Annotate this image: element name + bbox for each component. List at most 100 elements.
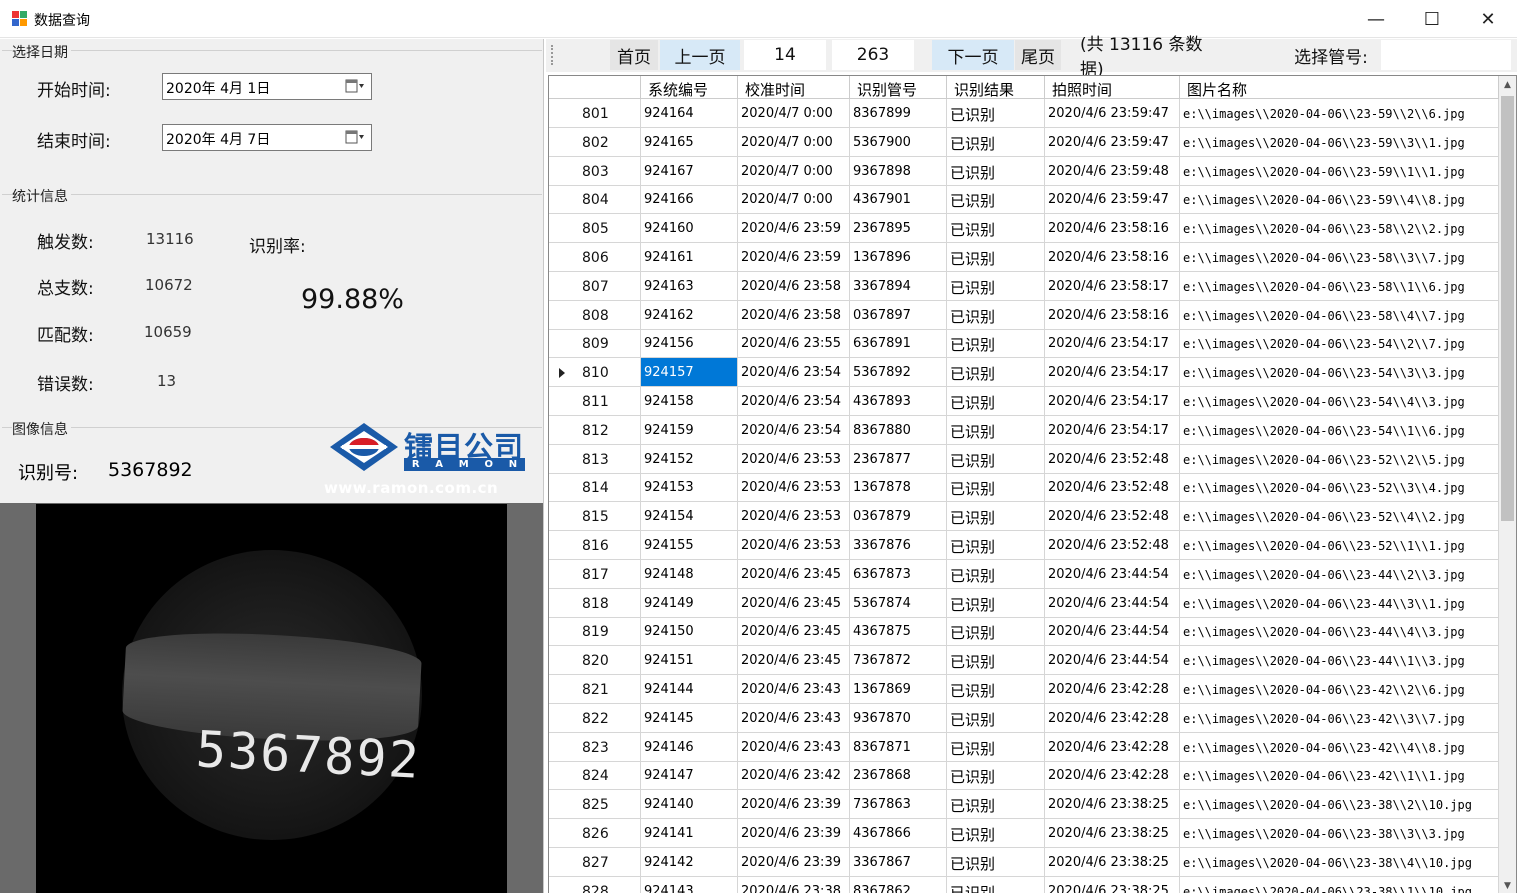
pipe-no-cell[interactable]: 2367877 [850,444,947,473]
calib-time-cell[interactable]: 2020/4/6 23:43 [738,732,850,761]
table-row[interactable]: 823 924146 2020/4/6 23:43 8367871 已识别 2020/4/… [549,732,1499,762]
calib-time-cell[interactable]: 2020/4/6 23:38 [738,876,850,893]
row-number[interactable]: 820 [549,646,641,675]
photo-time-cell[interactable]: 2020/4/6 23:58:17 [1045,271,1180,300]
result-cell[interactable]: 已识别 [947,703,1045,732]
table-row[interactable]: 813 924152 2020/4/6 23:53 2367877 已识别 2020/4/… [549,444,1499,474]
result-cell[interactable]: 已识别 [947,617,1045,646]
calib-time-cell[interactable]: 2020/4/6 23:59 [738,214,850,243]
table-row[interactable]: 825 924140 2020/4/6 23:39 7367863 已识别 2020/4/… [549,790,1499,820]
photo-time-cell[interactable]: 2020/4/6 23:52:48 [1045,502,1180,531]
image-name-cell[interactable]: e:\\images\\2020-04-06\\23-59\\1\\1.jpg [1180,156,1499,185]
result-cell[interactable]: 已识别 [947,127,1045,156]
system-id-cell[interactable]: 924142 [641,847,738,876]
column-header-photo-time[interactable]: 拍照时间 [1045,76,1180,99]
calib-time-cell[interactable]: 2020/4/6 23:53 [738,473,850,502]
calib-time-cell[interactable]: 2020/4/6 23:43 [738,675,850,703]
image-name-cell[interactable]: e:\\images\\2020-04-06\\23-38\\2\\10.jpg [1180,790,1499,819]
row-number[interactable]: 817 [549,559,641,588]
pipe-no-cell[interactable]: 3367894 [850,271,947,300]
image-name-cell[interactable]: e:\\images\\2020-04-06\\23-52\\4\\2.jpg [1180,502,1499,531]
table-row[interactable]: 812 924159 2020/4/6 23:54 8367880 已识别 2020/4/… [549,415,1499,445]
pipe-no-cell[interactable]: 5367900 [850,127,947,156]
calib-time-cell[interactable]: 2020/4/6 23:53 [738,444,850,473]
row-number[interactable]: 808 [549,300,641,329]
image-name-cell[interactable]: e:\\images\\2020-04-06\\23-44\\1\\3.jpg [1180,646,1499,675]
calib-time-cell[interactable]: 2020/4/6 23:45 [738,559,850,588]
result-cell[interactable]: 已识别 [947,732,1045,761]
select-pipe-input[interactable] [1381,40,1511,70]
pipe-no-cell[interactable]: 6367891 [850,329,947,358]
image-name-cell[interactable]: e:\\images\\2020-04-06\\23-38\\1\\10.jpg [1180,876,1499,893]
table-row[interactable]: 808 924162 2020/4/6 23:58 0367897 已识别 2020/4/… [549,300,1499,330]
calib-time-cell[interactable]: 2020/4/6 23:39 [738,790,850,819]
calib-time-cell[interactable]: 2020/4/6 23:42 [738,761,850,790]
image-name-cell[interactable]: e:\\images\\2020-04-06\\23-52\\3\\4.jpg [1180,473,1499,502]
photo-time-cell[interactable]: 2020/4/6 23:42:28 [1045,761,1180,790]
vertical-scrollbar[interactable]: ▲ ▼ [1499,76,1516,893]
row-number[interactable]: 812 [549,415,641,444]
photo-time-cell[interactable]: 2020/4/6 23:44:54 [1045,617,1180,646]
calib-time-cell[interactable]: 2020/4/6 23:39 [738,819,850,847]
table-row[interactable]: 816 924155 2020/4/6 23:53 3367876 已识别 2020/4/… [549,531,1499,560]
pipe-no-cell[interactable]: 1367896 [850,243,947,271]
photo-time-cell[interactable]: 2020/4/6 23:54:17 [1045,415,1180,444]
system-id-cell[interactable]: 924153 [641,473,738,502]
result-cell[interactable]: 已识别 [947,214,1045,243]
calib-time-cell[interactable]: 2020/4/6 23:58 [738,300,850,329]
table-row[interactable]: 820 924151 2020/4/6 23:45 7367872 已识别 2020/4/… [549,646,1499,676]
system-id-cell[interactable]: 924149 [641,588,738,617]
system-id-cell[interactable]: 924141 [641,819,738,847]
table-row[interactable]: 817 924148 2020/4/6 23:45 6367873 已识别 2020/4/… [549,559,1499,589]
image-name-cell[interactable]: e:\\images\\2020-04-06\\23-52\\1\\1.jpg [1180,531,1499,559]
result-cell[interactable]: 已识别 [947,559,1045,588]
row-number[interactable]: 809 [549,329,641,358]
image-name-cell[interactable]: e:\\images\\2020-04-06\\23-59\\4\\8.jpg [1180,185,1499,214]
result-cell[interactable]: 已识别 [947,588,1045,617]
column-header-pipe-no[interactable]: 识别管号 [850,76,947,99]
end-date-picker[interactable]: 2020年 4月 7日 [162,124,372,151]
system-id-cell[interactable]: 924161 [641,243,738,271]
result-cell[interactable]: 已识别 [947,329,1045,358]
image-name-cell[interactable]: e:\\images\\2020-04-06\\23-38\\4\\10.jpg [1180,847,1499,876]
row-number[interactable]: 821 [549,675,641,703]
row-number[interactable]: 823 [549,732,641,761]
photo-time-cell[interactable]: 2020/4/6 23:42:28 [1045,703,1180,732]
row-number[interactable]: 801 [549,99,641,127]
system-id-cell[interactable]: 924152 [641,444,738,473]
calendar-dropdown-icon[interactable] [345,129,365,145]
toolbar-grip[interactable] [551,45,554,65]
row-number[interactable]: 825 [549,790,641,819]
pipe-no-cell[interactable]: 8367899 [850,99,947,127]
scroll-thumb[interactable] [1501,96,1514,521]
start-date-picker[interactable]: 2020年 4月 1日 [162,73,372,100]
system-id-cell[interactable]: 924163 [641,271,738,300]
result-cell[interactable]: 已识别 [947,761,1045,790]
photo-time-cell[interactable]: 2020/4/6 23:44:54 [1045,646,1180,675]
calib-time-cell[interactable]: 2020/4/6 23:53 [738,502,850,531]
calib-time-cell[interactable]: 2020/4/6 23:54 [738,415,850,444]
scroll-down-icon[interactable]: ▼ [1499,877,1516,893]
result-cell[interactable]: 已识别 [947,99,1045,127]
result-cell[interactable]: 已识别 [947,387,1045,415]
table-row[interactable]: 804 924166 2020/4/7 0:00 4367901 已识别 2020/4/6… [549,185,1499,215]
result-cell[interactable]: 已识别 [947,358,1045,387]
calib-time-cell[interactable]: 2020/4/6 23:45 [738,617,850,646]
table-row[interactable]: 815 924154 2020/4/6 23:53 0367879 已识别 2020/4/… [549,502,1499,532]
photo-time-cell[interactable]: 2020/4/6 23:59:47 [1045,185,1180,214]
system-id-cell[interactable]: 924143 [641,876,738,893]
table-row[interactable]: 826 924141 2020/4/6 23:39 4367866 已识别 2020/4/… [549,819,1499,848]
table-row[interactable]: 806 924161 2020/4/6 23:59 1367896 已识别 2020/4/… [549,243,1499,272]
result-cell[interactable]: 已识别 [947,473,1045,502]
photo-time-cell[interactable]: 2020/4/6 23:58:16 [1045,243,1180,271]
system-id-cell[interactable]: 924167 [641,156,738,185]
row-number[interactable]: 826 [549,819,641,847]
pipe-no-cell[interactable]: 4367893 [850,387,947,415]
result-cell[interactable]: 已识别 [947,185,1045,214]
photo-time-cell[interactable]: 2020/4/6 23:58:16 [1045,214,1180,243]
result-cell[interactable]: 已识别 [947,271,1045,300]
pipe-no-cell[interactable]: 8367871 [850,732,947,761]
pipe-no-cell[interactable]: 4367901 [850,185,947,214]
system-id-cell[interactable]: 924158 [641,387,738,415]
system-id-cell[interactable]: 924164 [641,99,738,127]
